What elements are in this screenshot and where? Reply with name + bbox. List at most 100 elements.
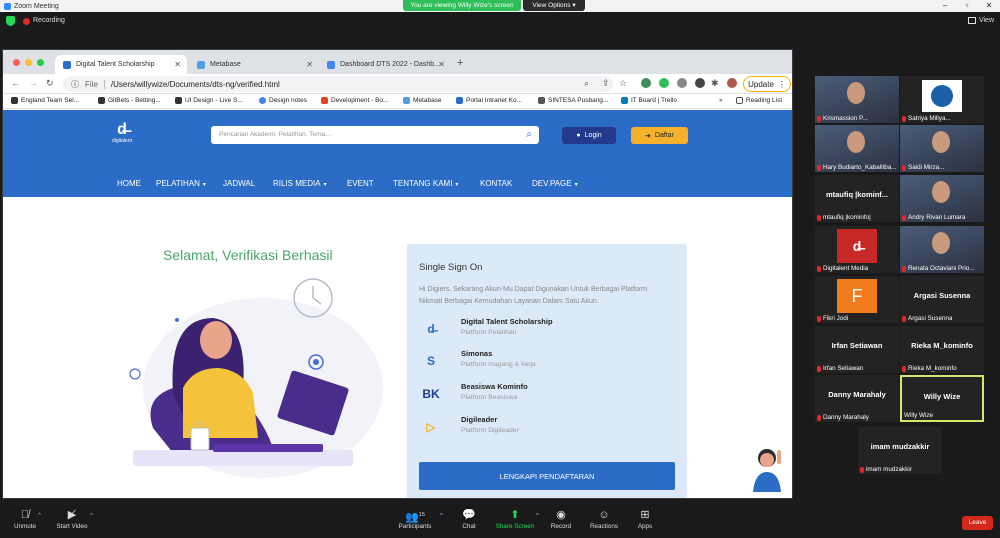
muted-mic-icon xyxy=(817,315,821,322)
view-options-button[interactable]: View Options ▾ xyxy=(523,0,585,11)
participant-tile[interactable]: Satriya Millya... xyxy=(900,76,984,123)
participant-tile[interactable]: d̶ Digitalent Media xyxy=(815,226,899,273)
start-video-button[interactable]: ▶̸ Start Video xyxy=(52,508,92,530)
nav-tentang-kami[interactable]: TENTANG KAMI ▾ xyxy=(393,179,458,188)
minimize-window-dot[interactable] xyxy=(25,59,32,66)
participant-name: Digitalent Media xyxy=(823,265,869,272)
extension-1-icon[interactable] xyxy=(641,78,651,88)
extension-2-icon[interactable] xyxy=(659,78,669,88)
sign-in-icon: ➜ xyxy=(645,132,651,140)
sso-item-digitalent[interactable]: d̶ Digital Talent Scholarship Platform P… xyxy=(421,316,671,344)
share-options-chevron-icon[interactable]: ^ xyxy=(536,513,539,519)
unmute-button[interactable]: 🎙̸ Unmute xyxy=(8,508,42,530)
apps-button[interactable]: ⊞ Apps xyxy=(634,508,656,530)
digitalent-logo[interactable]: d̶ digitalent xyxy=(111,122,133,145)
reactions-button[interactable]: ☺ Reactions xyxy=(588,508,620,530)
share-page-icon[interactable]: ⇪ xyxy=(602,78,610,89)
participant-caption: Satriya Millya... xyxy=(902,115,951,122)
lengkapi-pendaftaran-button[interactable]: LENGKAPI PENDAFTARAN xyxy=(419,462,675,490)
participant-tile[interactable]: mtaufiq |kominf... mtaufiq |kominfo| xyxy=(815,175,899,222)
sso-item-simonas[interactable]: S Simonas Platform magang & kerja xyxy=(421,348,671,376)
record-button[interactable]: ◉ Record xyxy=(548,508,574,530)
participant-tile[interactable]: Danny Marahaly Danny Marahaly xyxy=(815,375,899,422)
participant-tile[interactable]: Krismassion P... xyxy=(815,76,899,123)
nav-event[interactable]: EVENT xyxy=(347,179,374,188)
participant-tile[interactable]: Willy Wize Willy Wize xyxy=(900,375,984,422)
zoom-search-icon[interactable]: ⌕ xyxy=(584,78,589,89)
nav-kontak[interactable]: KONTAK xyxy=(480,179,512,188)
forward-icon[interactable]: → xyxy=(29,78,38,88)
nav-home[interactable]: HOME xyxy=(117,179,141,188)
site-search-input[interactable]: Pencarian Akademi, Pelatihan, Tema... ⌕ xyxy=(211,126,539,144)
zoom-window-dot[interactable] xyxy=(37,59,44,66)
participant-tile[interactable]: Andry Rivan Lumara xyxy=(900,175,984,222)
close-window-dot[interactable] xyxy=(13,59,20,66)
extension-3-icon[interactable] xyxy=(677,78,687,88)
info-icon[interactable]: ⓘ xyxy=(71,79,79,90)
participant-name: Saidi Mirza... xyxy=(908,164,945,171)
bookmark-8[interactable]: IT Board | Trello xyxy=(621,97,677,104)
participant-tile[interactable]: F Fikri Jodi xyxy=(815,276,899,323)
new-tab-icon[interactable]: + xyxy=(457,57,463,69)
nav-pelatihan[interactable]: PELATIHAN ▾ xyxy=(156,179,206,188)
chat-icon: 💬 xyxy=(462,509,476,521)
login-button[interactable]: ● Login xyxy=(562,127,616,144)
tab-close-icon[interactable]: ✕ xyxy=(438,60,445,69)
sso-item-name: Digital Talent Scholarship xyxy=(461,317,553,326)
more-bookmarks-button[interactable]: » xyxy=(719,97,723,104)
video-options-chevron-icon[interactable]: ^ xyxy=(90,513,93,519)
back-icon[interactable]: ← xyxy=(11,78,20,88)
bookmark-5[interactable]: Metabase xyxy=(403,97,442,104)
nav-jadwal[interactable]: JADWAL xyxy=(223,179,255,188)
audio-options-chevron-icon[interactable]: ^ xyxy=(38,513,41,519)
nav-dev-page[interactable]: DEV.PAGE ▾ xyxy=(532,179,578,188)
bookmark-6[interactable]: Portal Intranet Ko... xyxy=(456,97,522,104)
logo-text: digitalent xyxy=(111,138,132,144)
share-screen-button[interactable]: ⬆ Share Screen xyxy=(494,508,536,530)
address-bar[interactable]: ⓘ File /Users/willywize/Documents/dts-ng… xyxy=(63,76,613,92)
bookmark-2[interactable]: UI Design - Live S... xyxy=(175,97,243,104)
participants-button[interactable]: 👥15 Participants xyxy=(395,508,435,530)
bookmark-3[interactable]: Design notes xyxy=(259,97,307,104)
sso-item-beasiswa[interactable]: BK Beasiswa Kominfo Platform Beasiswa xyxy=(421,381,671,409)
participant-tile[interactable]: Saidi Mirza... xyxy=(900,125,984,172)
bookmark-7[interactable]: SINTESA Pusbang... xyxy=(538,97,608,104)
participant-tile[interactable]: Irfan Setiawan Irfan Setiawan xyxy=(815,326,899,373)
leave-button[interactable]: Leave xyxy=(962,516,993,530)
participant-tile[interactable]: Hary Budiarto_Kabalitba... xyxy=(815,125,899,172)
bookmark-0[interactable]: England Team Sel... xyxy=(11,97,79,104)
bookmark-star-icon[interactable]: ☆ xyxy=(619,78,627,89)
bookmark-4[interactable]: Development - Bo... xyxy=(321,97,388,104)
maximize-icon[interactable]: ▫ xyxy=(956,0,978,12)
chat-button[interactable]: 💬 Chat xyxy=(458,508,480,530)
participant-tile[interactable]: Argasi Susenna Argasi Susenna xyxy=(900,276,984,323)
update-button[interactable]: Update ⋮ xyxy=(743,76,791,92)
nav-label: TENTANG KAMI xyxy=(393,179,453,188)
browser-tab-1[interactable]: Metabase ✕ xyxy=(189,55,319,74)
nav-rilis-media[interactable]: RILIS MEDIA ▾ xyxy=(273,179,327,188)
participants-chevron-icon[interactable]: ^ xyxy=(440,513,443,519)
security-shield-icon[interactable] xyxy=(6,16,15,26)
tab-title: Metabase xyxy=(210,61,241,68)
view-button[interactable]: View xyxy=(967,17,994,24)
extension-4-icon[interactable] xyxy=(695,78,705,88)
bookmark-1[interactable]: GitBets - Betting... xyxy=(98,97,161,104)
daftar-button[interactable]: ➜ Daftar xyxy=(631,127,688,144)
browser-tab-2[interactable]: Dashboard DTS 2022 - Dashb... ✕ xyxy=(319,55,451,74)
nav-label: EVENT xyxy=(347,179,374,188)
search-icon[interactable]: ⌕ xyxy=(526,126,532,144)
helper-avatar-illustration[interactable] xyxy=(745,442,789,494)
profile-avatar-icon[interactable] xyxy=(727,78,737,88)
participant-tile[interactable]: Rieka M_kominfo Rieka M_kominfo xyxy=(900,326,984,373)
tab-close-icon[interactable]: ✕ xyxy=(174,60,181,69)
extensions-puzzle-icon[interactable]: ✱ xyxy=(711,78,719,89)
reading-list-button[interactable]: Reading List xyxy=(736,97,782,104)
reload-icon[interactable]: ↻ xyxy=(46,78,54,89)
tab-close-icon[interactable]: ✕ xyxy=(306,60,313,69)
close-icon[interactable]: ✕ xyxy=(978,0,1000,12)
participant-tile[interactable]: imam mudzakkir imam mudzakkir xyxy=(858,427,942,474)
minimize-icon[interactable]: – xyxy=(934,0,956,12)
participant-tile[interactable]: Renata Octaviani Prio... xyxy=(900,226,984,273)
sso-item-digileader[interactable]: ▷ Digileader Platform Digileader xyxy=(421,414,671,442)
browser-tab-0[interactable]: Digital Talent Scholarship ✕ xyxy=(55,55,187,74)
